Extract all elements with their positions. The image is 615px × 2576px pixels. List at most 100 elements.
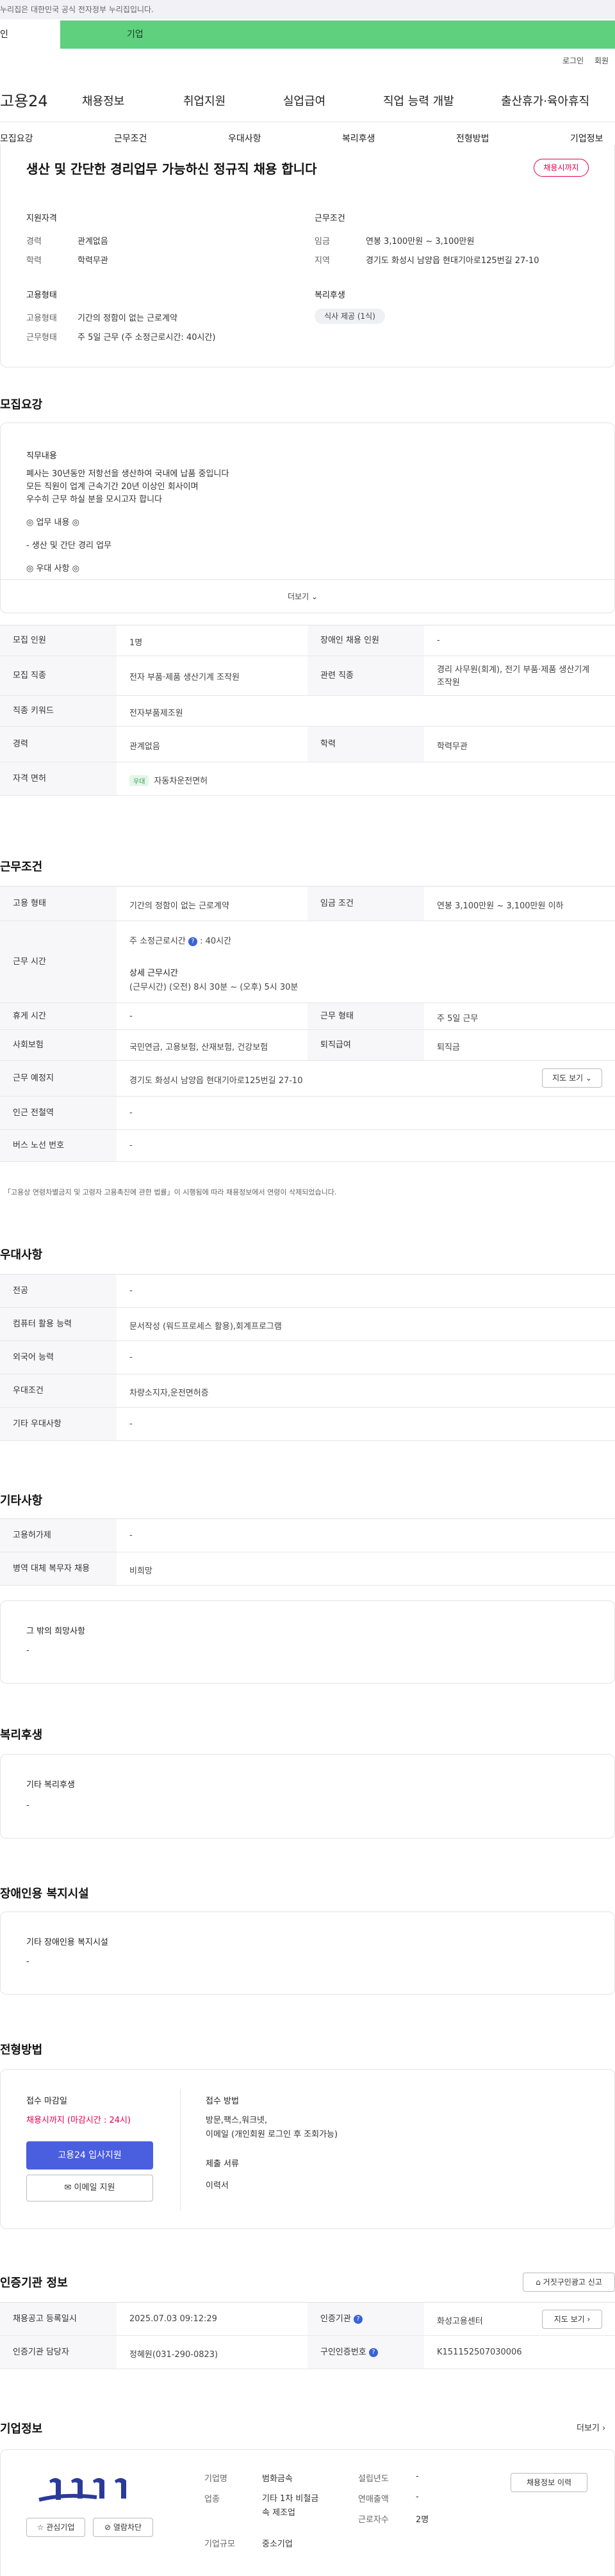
job-description-card: 직무내용 폐사는 30년동안 저항선을 생산하여 국내에 납품 중입니다 모든 … [0,423,615,613]
agency-map-button[interactable]: 지도 보기 › [542,2310,602,2329]
table-header-cell: 기타 우대사항 [0,1408,117,1440]
staff-label: 근로자수 [358,2515,389,2525]
selection-section-title: 전형방법 [0,2043,43,2057]
map-view-button[interactable]: 지도 보기 ⌄ [542,1068,602,1088]
section-nav-conditions[interactable]: 근무조건 [114,132,147,145]
table-cell: 경기도 화성시 남양읍 현대기아로125번길 27-10 [129,1076,303,1086]
table-header-cell: 근무 예정지 [0,1061,117,1096]
career-value: 관계없음 [78,237,108,246]
weekly-hours: 주 소정근로시간 ? : 40시간 [129,937,232,946]
table-row: 인증기관 담당자 정혜원(031-290-0823) 구인인증번호 ? K151… [0,2336,615,2369]
mail-icon: ✉ [64,2183,72,2193]
industry-line: 기타 1차 비철금 [262,2494,319,2504]
member-type-tabs: 인 기업 [0,20,615,49]
work-conditions-table: 고용 형태 기간의 정함이 없는 근로계약 임금 조건 연봉 3,100만원 ~… [0,886,615,1162]
apply-button[interactable]: 고용24 입사지원 [26,2141,153,2169]
section-nav-selection[interactable]: 전형방법 [456,132,489,145]
preferences-table: 전공 - 컴퓨터 활용 능력 문서작성 (워드프로세스 활용),회계프로그램 외… [0,1274,615,1441]
section-nav-company[interactable]: 기업정보 [570,132,603,145]
table-cell: - [129,1141,133,1150]
sales-value: - [416,2492,419,2502]
table-cell: - [437,636,440,645]
section-nav-preferences[interactable]: 우대사항 [228,132,261,145]
preferences-section-title: 우대사항 [0,1248,43,1262]
table-row: 자격 면허 우대 자동차운전면허 [0,762,615,796]
industry-value: 기타 1차 비철금 속 제조업 [262,2492,318,2520]
join-link[interactable]: 회원 [594,55,609,66]
method-value-line: 방문,팩스,워크넷, [206,2116,268,2125]
table-cell: - [129,1108,133,1118]
gnb-item-unemployment[interactable]: 실업급여 [283,92,325,109]
disability-detail-value: - [26,1957,29,1967]
table-header-cell: 고용허가제 [0,1519,117,1552]
table-header-cell: 모집 직종 [0,656,117,695]
table-row: 모집 직종 전자 부품·제품 생산기계 조작원 관련 직종 경리 사무원(회계)… [0,656,615,696]
global-nav: 고용24 채용정보 취업지원 실업급여 직업 능력 개발 출산휴가·육아휴직 [0,83,615,118]
favorite-label: 관심기업 [46,2523,75,2532]
gov-notice-bar: 누리집은 대한민국 공식 전자정부 누리집입니다. [0,0,615,19]
table-cell: 관계없음 [129,742,160,752]
table-row: 모집 인원 1명 장애인 채용 인원 - [0,625,615,656]
tab-company[interactable]: 기업 [60,20,615,49]
agency-label: 인증기관 [320,2314,351,2324]
founded-label: 설립년도 [358,2474,389,2484]
table-cell: - [129,1419,133,1429]
company-section-title: 기업정보 [0,2422,43,2436]
table-row: 휴게 시간 - 근무 형태 주 5일 근무 [0,1003,615,1030]
more-button[interactable]: 더보기 ⌄ [288,591,318,602]
table-row: 직종 키워드 전자부품제조원 [0,696,615,727]
table-header-cell: 컴퓨터 활용 능력 [0,1308,117,1340]
gnb-item-employment-support[interactable]: 취업지원 [183,92,226,109]
section-nav-welfare[interactable]: 복리후생 [342,132,375,145]
cert-number-label: 구인인증번호 [320,2347,366,2357]
company-name-value: 범화금속 [262,2474,293,2484]
section-nav-recruit[interactable]: 모집요강 [0,132,33,145]
job-description-line: 폐사는 30년동안 저항선을 생산하여 국내에 납품 중입니다 [26,469,229,479]
table-row: 컴퓨터 활용 능력 문서작성 (워드프로세스 활용),회계프로그램 [0,1308,615,1341]
table-cell: - [129,1353,133,1362]
tab-person[interactable]: 인 [0,20,60,49]
info-icon[interactable]: ? [368,2347,378,2357]
documents-heading: 제출 서류 [206,2159,239,2169]
block-view-button[interactable]: ⊘ 열람차단 [93,2518,153,2537]
gnb-item-jobs[interactable]: 채용정보 [82,92,124,109]
welfare-meal-pill: 식사 제공 (1식) [315,309,385,324]
table-header-cell: 휴게 시간 [0,1003,117,1029]
table-cell: 기간의 정함이 없는 근로계약 [129,901,229,911]
table-cell: 주 5일 근무 [437,1014,479,1024]
info-icon[interactable]: ? [188,937,197,946]
table-cell: 퇴직금 [437,1043,460,1052]
table-header-cell: 직종 키워드 [0,696,117,726]
welfare-heading: 복리후생 [315,291,345,300]
more-divider [1,579,614,580]
table-row: 병역 대체 복무자 채용 비희망 [0,1552,615,1586]
table-row: 인근 전철역 - [0,1097,615,1130]
agency-table: 채용공고 등록일시 2025.07.03 09:12:29 인증기관 ? 화성고… [0,2302,615,2369]
table-cell: 전자 부품·제품 생산기계 조작원 [129,673,240,682]
job-title: 생산 및 간단한 경리업무 가능하신 정규직 채용 합니다 [26,161,317,177]
info-icon[interactable]: ? [353,2314,363,2324]
education-label: 학력 [26,256,42,266]
table-row: 근무 예정지 경기도 화성시 남양읍 현대기아로125번길 27-10 지도 보… [0,1061,615,1097]
industry-label: 업종 [204,2495,220,2504]
pay-label: 임금 [315,237,330,246]
deadline-badge: 채용시까지 [534,159,589,177]
table-row: 경력 관계없음 학력 학력무관 [0,727,615,762]
company-more-link[interactable]: 더보기 › [577,2421,605,2433]
table-cell: 비희망 [129,1566,152,1576]
table-header-cell: 모집 인원 [0,625,117,656]
report-false-ad-button[interactable]: ⌂ 거짓구인광고 신고 [523,2273,615,2292]
site-logo[interactable]: 고용24 [0,88,48,111]
gnb-item-parental-leave[interactable]: 출산휴가·육아휴직 [501,92,589,109]
table-header-cell: 학력 [308,727,424,762]
login-link[interactable]: 로그인 [562,55,584,66]
table-cell: 전자부품제조원 [129,709,183,718]
favorite-company-button[interactable]: ☆ 관심기업 [26,2518,85,2537]
email-apply-button[interactable]: ✉ 이메일 지원 [26,2175,153,2202]
table-cell: 정혜원(031-290-0823) [129,2350,218,2360]
recruit-history-button[interactable]: 채용정보 이력 [511,2473,587,2492]
table-header-cell: 퇴직급여 [308,1030,424,1060]
gnb-item-training[interactable]: 직업 능력 개발 [383,92,454,109]
table-header-cell: 근무 형태 [308,1003,424,1029]
license-value: 자동차운전면허 [154,777,208,786]
